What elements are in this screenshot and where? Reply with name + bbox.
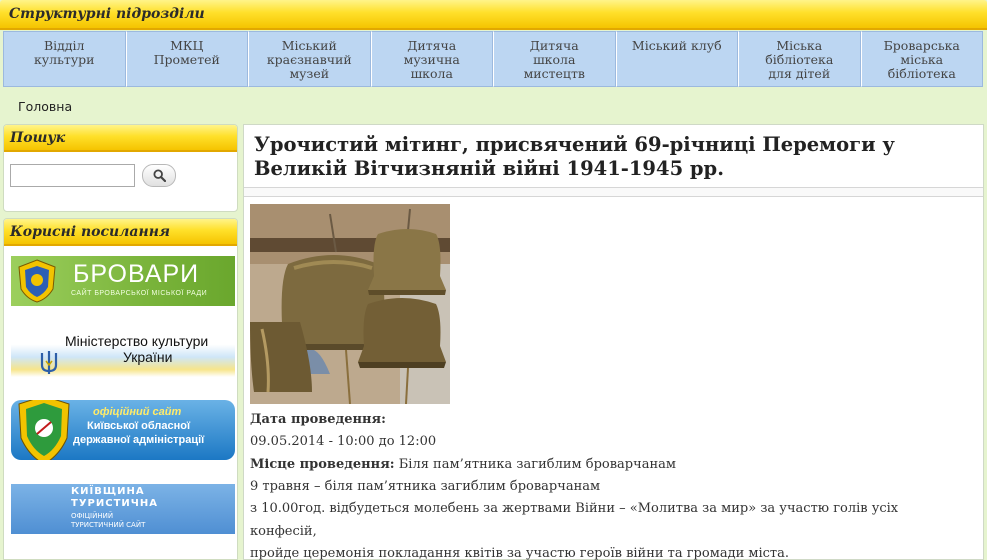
- banner-kyiv-oblast-administration[interactable]: офіційний сайт Київської обласної держав…: [11, 400, 235, 460]
- brovary-coat-of-arms-icon: [18, 259, 56, 303]
- bells-illustration: [250, 204, 450, 404]
- article-paragraph-4: пройде церемонія покладання квітів за уч…: [250, 546, 789, 560]
- useful-links-header: Корисні посилання: [4, 219, 237, 246]
- nav-item-city-library[interactable]: Броварська міська бібліотека: [860, 31, 983, 87]
- banner-minkult-line1: Міністерство культури: [65, 333, 209, 349]
- banner-brovary-subtitle: САЙТ БРОВАРСЬКОЇ МІСЬКОЇ РАДИ: [71, 290, 208, 297]
- banner-tour-line4: ТУРИСТИЧНИЙ САЙТ: [71, 521, 146, 529]
- banner-tour-line3: ОФІЦІЙНИЙ: [71, 512, 114, 520]
- section-header-title: Структурні підрозділи: [9, 6, 205, 22]
- magnifier-icon: [152, 169, 166, 182]
- nav-item-city-club[interactable]: Міський клуб: [615, 31, 738, 87]
- event-date-value: 09.05.2014 - 10:00 до 12:00: [250, 434, 437, 449]
- article-panel: Урочистий мітинг, присвячений 69-річниці…: [243, 124, 984, 560]
- banner-minkult-line2: України: [123, 349, 173, 365]
- article-paragraph-2: з 10.00год. відбудеться молебень за жерт…: [250, 501, 899, 516]
- search-block: Пошук: [3, 124, 238, 212]
- banner-kyivoda-line2: Київської обласної: [87, 420, 191, 432]
- nav-item-music-school[interactable]: Дитяча музична школа: [370, 31, 493, 87]
- bells-image: [250, 204, 450, 404]
- kyiv-oblast-coat-of-arms-icon: [18, 400, 70, 460]
- banner-ministry-of-culture[interactable]: Міністерство культури України: [11, 327, 235, 377]
- search-input[interactable]: [10, 164, 135, 187]
- title-divider: [244, 187, 983, 197]
- banner-kyiv-region-tourism[interactable]: КИЇВЩИНА ТУРИСТИЧНА ОФІЦІЙНИЙ ТУРИСТИЧНИ…: [11, 484, 235, 534]
- article-paragraph-3: конфесій,: [250, 524, 317, 539]
- banner-tour-line1: КИЇВЩИНА: [71, 486, 145, 497]
- useful-links-block: Корисні посилання БРОВАРИ САЙТ БРОВАРСЬК…: [3, 218, 238, 560]
- search-button[interactable]: [142, 164, 176, 187]
- article-paragraph-1: 9 травня – біля пам’ятника загиблим бров…: [250, 479, 601, 494]
- search-block-header: Пошук: [4, 125, 237, 152]
- trident-icon: [40, 351, 58, 374]
- event-date-label-line: Дата проведення:: [250, 409, 980, 432]
- banner-tour-line2: ТУРИСТИЧНА: [71, 498, 158, 509]
- nav-item-children-library[interactable]: Міська бібліотека для дітей: [738, 31, 861, 87]
- search-block-title: Пошук: [10, 130, 66, 146]
- breadcrumb-home-link[interactable]: Головна: [18, 99, 72, 114]
- section-header-structural-units: Структурні підрозділи: [0, 0, 987, 30]
- event-date-label: Дата проведення:: [250, 412, 386, 427]
- nav-item-local-history-museum[interactable]: Міський краєзнавчий музей: [248, 31, 371, 87]
- banner-brovary-city-council[interactable]: БРОВАРИ САЙТ БРОВАРСЬКОЇ МІСЬКОЇ РАДИ: [11, 256, 235, 306]
- banner-brovary-title: БРОВАРИ: [73, 260, 200, 288]
- event-place-label: Місце проведення:: [250, 457, 395, 472]
- banner-kyivoda-line3: державної адміністрації: [73, 434, 205, 446]
- event-place-line: Місце проведення: Біля пам’ятника загибл…: [250, 454, 980, 477]
- nav-item-art-school[interactable]: Дитяча школа мистецтв: [493, 31, 616, 87]
- main-navigation: Відділ культури МКЦ Прометей Міський кра…: [3, 31, 983, 87]
- article-title: Урочистий мітинг, присвячений 69-річниці…: [254, 133, 895, 180]
- event-place-value: Біля пам’ятника загиблим броварчанам: [398, 457, 676, 472]
- nav-item-mkc-prometei[interactable]: МКЦ Прометей: [125, 31, 248, 87]
- banner-kyivoda-line1: офіційний сайт: [93, 406, 182, 418]
- nav-item-culture-dept[interactable]: Відділ культури: [3, 31, 126, 87]
- useful-links-title: Корисні посилання: [10, 224, 171, 240]
